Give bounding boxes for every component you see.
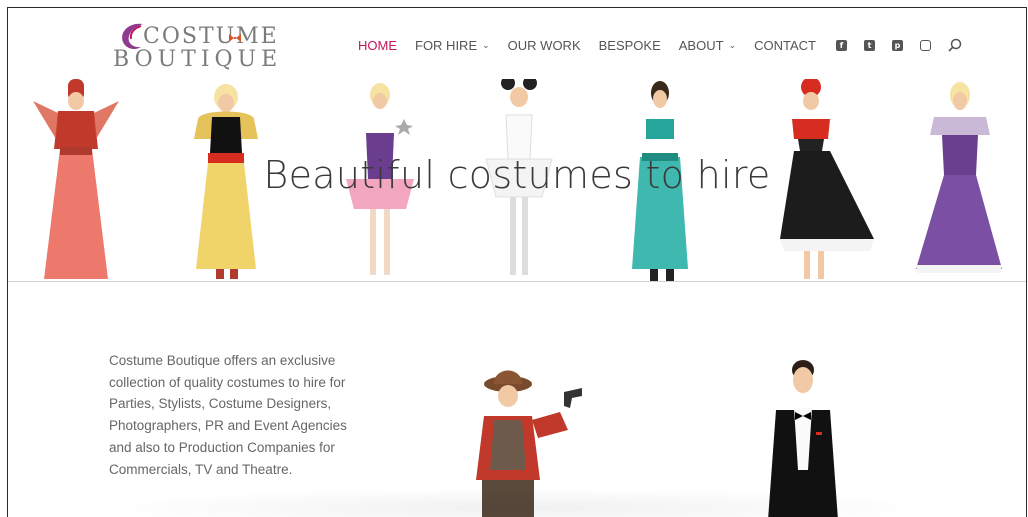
nav-for-hire-label: FOR HIRE [415,38,477,53]
pinterest-icon[interactable]: p [892,40,903,51]
bow-tie-icon [229,34,241,42]
social-links: f t p [836,38,962,52]
chevron-down-icon: ⌄ [729,40,737,51]
facebook-icon[interactable]: f [836,40,847,51]
nav-contact-label: CONTACT [754,38,816,53]
site-header: COSTUME BOUTIQUE HOME FOR HIRE ⌄ OUR WORK… [8,8,1026,80]
featured-costume-figures [8,280,1027,517]
main-nav: HOME FOR HIRE ⌄ OUR WORK BESPOKE ABOUT ⌄ C… [358,35,962,55]
instagram-icon[interactable] [920,40,931,51]
nav-our-work-label: OUR WORK [508,38,581,53]
chevron-down-icon: ⌄ [482,40,490,51]
section-shadow [88,488,948,517]
nav-about-label: ABOUT [679,38,724,53]
nav-bespoke-label: BESPOKE [599,38,661,53]
logo-text-line2: BOUTIQUE [113,47,282,72]
nav-our-work[interactable]: OUR WORK [508,38,581,53]
browser-frame: COSTUME BOUTIQUE HOME FOR HIRE ⌄ OUR WORK… [7,7,1027,517]
twitter-icon[interactable]: t [864,40,875,51]
search-icon[interactable] [948,38,962,52]
hero-title: Beautiful costumes to hire [8,153,1026,197]
site-logo[interactable]: COSTUME BOUTIQUE [113,18,273,74]
nav-about[interactable]: ABOUT ⌄ [679,38,736,53]
logo-text-line1: COSTUME [143,24,279,49]
nav-home[interactable]: HOME [358,38,397,53]
nav-home-label: HOME [358,38,397,53]
nav-bespoke[interactable]: BESPOKE [599,38,661,53]
nav-for-hire[interactable]: FOR HIRE ⌄ [415,38,490,53]
hero-banner: Beautiful costumes to hire [8,79,1026,282]
nav-contact[interactable]: CONTACT [754,38,816,53]
